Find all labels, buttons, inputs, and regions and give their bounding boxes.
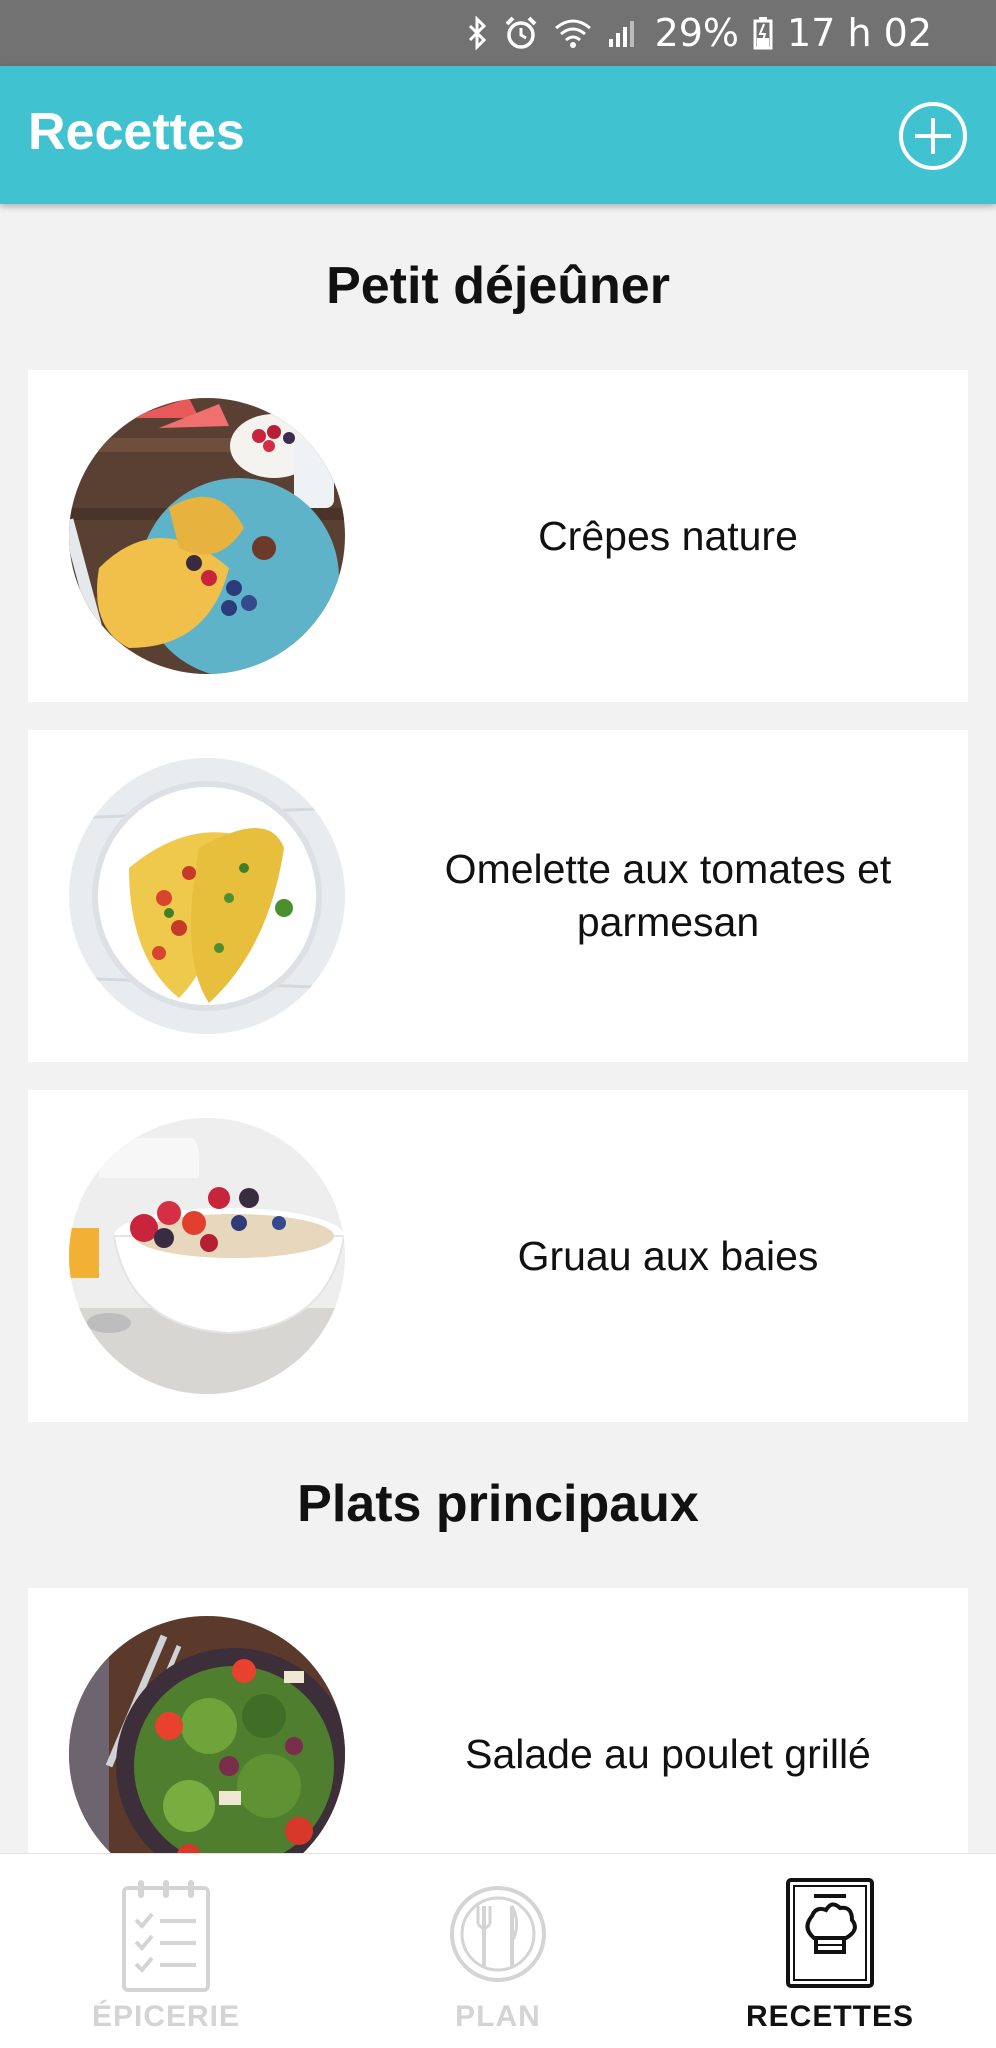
nav-item-plan[interactable]: PLAN: [332, 1854, 664, 2048]
recipe-name: Salade au poulet grillé: [465, 1730, 871, 1777]
recipe-card-omelette[interactable]: Omelette aux tomates et parmesan: [28, 730, 968, 1062]
clipboard-checklist-icon: [122, 1880, 210, 1992]
recipe-image: [69, 1118, 345, 1394]
recipe-card-crepes[interactable]: Crêpes nature: [28, 370, 968, 702]
recipe-image: [69, 398, 345, 674]
nav-label: PLAN: [455, 2000, 541, 2033]
bluetooth-icon: [468, 16, 486, 50]
bottom-navigation: ÉPICERIE PLAN RECETTES: [0, 1853, 996, 2048]
nav-item-recettes[interactable]: RECETTES: [664, 1854, 996, 2048]
plus-circle-icon: [899, 102, 967, 170]
recipe-image: [69, 1616, 345, 1853]
recipe-name: Crêpes nature: [538, 512, 798, 559]
app-bar: Recettes: [0, 66, 996, 204]
plate-fork-knife-icon: [450, 1886, 546, 1982]
nav-item-epicerie[interactable]: ÉPICERIE: [0, 1854, 332, 2048]
alarm-icon: [505, 16, 536, 49]
nav-label: ÉPICERIE: [91, 2000, 241, 2033]
wifi-icon: [554, 19, 591, 48]
signal-icon: [608, 21, 634, 47]
section-title-main-dishes: Plats principaux: [297, 1475, 699, 1533]
section-title-breakfast: Petit déjeûner: [326, 257, 670, 315]
recipe-name: Omelette aux tomates et parmesan: [444, 846, 892, 945]
recipe-image: [69, 758, 345, 1034]
page-title: Recettes: [28, 103, 245, 161]
recipe-list[interactable]: Petit déjeûner Crêpes nature Omelette au…: [0, 204, 996, 1853]
recipe-name: Gruau aux baies: [517, 1232, 819, 1279]
battery-icon: [753, 17, 773, 50]
recipe-card-salade[interactable]: Salade au poulet grillé: [28, 1588, 968, 1853]
status-bar: 29% 17 h 02: [0, 0, 996, 66]
battery-percent: 29%: [654, 11, 740, 55]
status-icons: 29% 17 h 02: [467, 0, 932, 66]
recipe-card-gruau[interactable]: Gruau aux baies: [28, 1090, 968, 1422]
cookbook-chef-hat-icon: [786, 1878, 874, 1988]
status-time: 17 h 02: [787, 11, 932, 55]
add-recipe-button[interactable]: [898, 101, 968, 171]
nav-label: RECETTES: [745, 2000, 915, 2033]
